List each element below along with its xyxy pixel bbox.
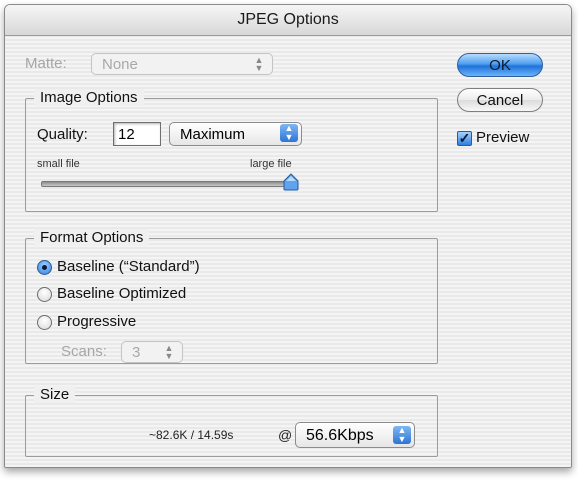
- image-options-title: Image Options: [34, 89, 144, 106]
- ok-button[interactable]: OK: [457, 53, 543, 77]
- preview-label: Preview: [476, 129, 530, 146]
- slider-max-label: large file: [250, 158, 292, 170]
- scans-label: Scans:: [61, 343, 107, 360]
- quality-slider-track[interactable]: [41, 181, 293, 187]
- jpeg-options-dialog: JPEG Options Matte: None ▲ ▼ Image Option…: [4, 4, 572, 468]
- connection-speed-popup[interactable]: 56.6Kbps ▲ ▼: [295, 422, 415, 448]
- cancel-button[interactable]: Cancel: [457, 88, 543, 112]
- scans-popup[interactable]: 3 ▲ ▼: [121, 341, 183, 363]
- popup-arrows-icon: ▲ ▼: [164, 343, 174, 361]
- connection-speed-value: 56.6Kbps: [306, 427, 374, 444]
- format-options-title: Format Options: [34, 229, 150, 246]
- popup-arrows-icon: ▲ ▼: [280, 124, 298, 142]
- radio-label-baseline-standard: Baseline (“Standard”): [57, 258, 200, 275]
- size-estimate: ~82.6K / 14.59s: [149, 428, 234, 442]
- quality-label: Quality:: [37, 126, 88, 143]
- quality-slider-thumb[interactable]: [283, 173, 299, 191]
- radio-baseline-optimized[interactable]: [37, 287, 52, 302]
- radio-label-baseline-optimized: Baseline Optimized: [57, 285, 187, 302]
- quality-input[interactable]: 12: [113, 122, 161, 146]
- size-at-symbol: @: [278, 427, 293, 443]
- radio-progressive[interactable]: [37, 315, 52, 330]
- quality-preset-value: Maximum: [180, 126, 246, 143]
- matte-popup[interactable]: None ▲ ▼: [91, 53, 273, 75]
- radio-label-progressive: Progressive: [57, 313, 137, 330]
- matte-label: Matte:: [25, 55, 67, 72]
- popup-arrows-icon: ▲ ▼: [393, 426, 411, 444]
- image-options-group: Image Options: [25, 89, 438, 212]
- radio-baseline-standard[interactable]: [37, 260, 52, 275]
- slider-min-label: small file: [37, 158, 80, 170]
- preview-checkbox[interactable]: ✓: [457, 131, 472, 146]
- dialog-title: JPEG Options: [5, 5, 571, 36]
- quality-preset-popup[interactable]: Maximum ▲ ▼: [169, 122, 302, 146]
- popup-arrows-icon: ▲ ▼: [254, 55, 264, 73]
- scans-value: 3: [132, 344, 141, 361]
- size-title: Size: [34, 386, 76, 403]
- matte-value: None: [102, 56, 138, 73]
